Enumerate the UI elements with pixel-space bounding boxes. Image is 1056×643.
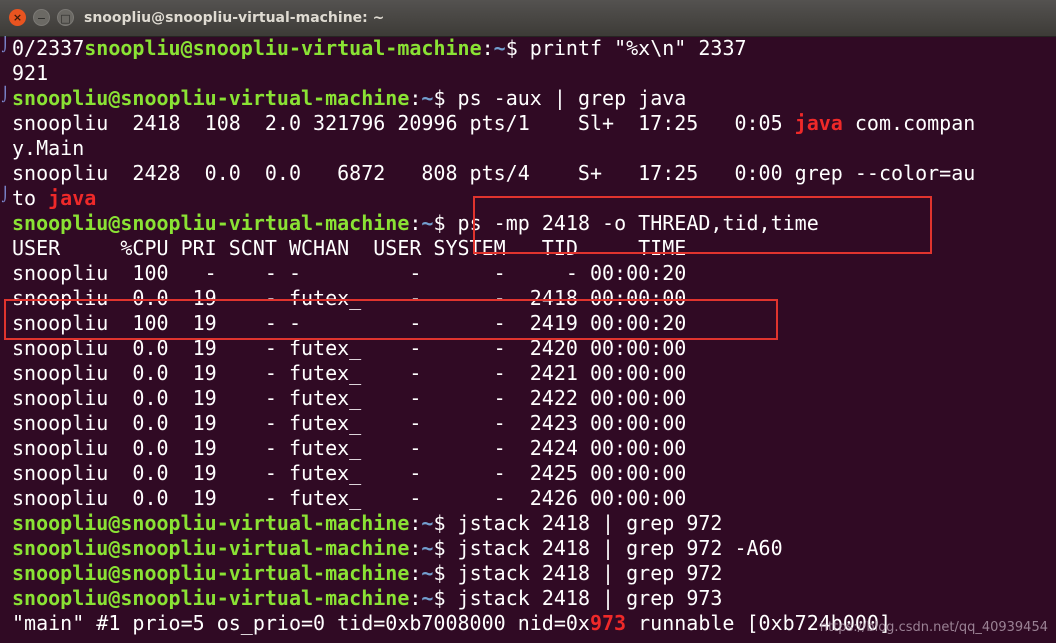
terminal-line: y.Main — [12, 136, 975, 161]
terminal-line: snoopliu 2418 108 2.0 321796 20996 pts/1… — [12, 111, 975, 136]
annotation-box-thread-row — [4, 299, 778, 340]
terminal-text: $ printf "%x\n" 2337 — [505, 36, 747, 60]
prompt-path: ~ — [493, 36, 506, 60]
maximize-window-button[interactable]: □ — [57, 9, 74, 26]
terminal-text: : — [481, 36, 494, 60]
close-window-button[interactable]: × — [9, 9, 26, 26]
terminal-text: y.Main — [12, 136, 85, 160]
terminal-line: snoopliu 100 - - - - - - 00:00:20 — [12, 261, 975, 286]
window-title: snoopliu@snoopliu-virtual-machine: ~ — [84, 10, 385, 26]
terminal-text: com.compan — [842, 111, 976, 135]
terminal-line: snoopliu@snoopliu-virtual-machine:~$ jst… — [12, 561, 975, 586]
terminal-text: : — [409, 211, 422, 235]
terminal-text: $ jstack 2418 | grep 972 — [433, 561, 723, 585]
terminal-text: $ ps -aux | grep java — [433, 86, 687, 110]
terminal-text: : — [409, 561, 422, 585]
terminal-text: snoopliu 0.0 19 - futex_ - - 2422 00:00:… — [12, 386, 687, 410]
terminal-line: snoopliu@snoopliu-virtual-machine:~$ jst… — [12, 536, 975, 561]
terminal-line: 921 — [12, 61, 975, 86]
terminal-text: : — [409, 586, 422, 610]
prompt-path: ~ — [421, 86, 434, 110]
terminal-text: 921 — [12, 61, 49, 85]
prompt-user-host: snoopliu@snoopliu-virtual-machine — [84, 36, 482, 60]
prompt-user-host: snoopliu@snoopliu-virtual-machine — [12, 536, 410, 560]
terminal-text: snoopliu 0.0 19 - futex_ - - 2424 00:00:… — [12, 436, 687, 460]
prompt-path: ~ — [421, 561, 434, 585]
terminal-text: snoopliu 0.0 19 - futex_ - - 2421 00:00:… — [12, 361, 687, 385]
terminal-text: snoopliu 100 - - - - - - 00:00:20 — [12, 261, 687, 285]
prompt-user-host: snoopliu@snoopliu-virtual-machine — [12, 511, 410, 535]
watermark: https://blog.csdn.net/qq_40939454 — [819, 620, 1048, 635]
terminal-text: $ jstack 2418 | grep 973 — [433, 586, 723, 610]
prompt-user-host: snoopliu@snoopliu-virtual-machine — [12, 211, 410, 235]
terminal-text: : — [409, 511, 422, 535]
prompt-path: ~ — [421, 536, 434, 560]
terminal-line: snoopliu 0.0 19 - futex_ - - 2425 00:00:… — [12, 461, 975, 486]
terminal-text: snoopliu 2418 108 2.0 321796 20996 pts/1… — [12, 111, 795, 135]
terminal-text: $ jstack 2418 | grep 972 -A60 — [433, 536, 783, 560]
terminal-line: snoopliu 0.0 19 - futex_ - - 2423 00:00:… — [12, 411, 975, 436]
terminal-text: "main" #1 prio=5 os_prio=0 tid=0xb700800… — [12, 611, 590, 635]
terminal-line: snoopliu 0.0 19 - futex_ - - 2421 00:00:… — [12, 361, 975, 386]
terminal-line: snoopliu@snoopliu-virtual-machine:~$ ps … — [12, 86, 975, 111]
terminal-text: snoopliu 0.0 19 - futex_ - - 2425 00:00:… — [12, 461, 687, 485]
terminal-text: : — [409, 536, 422, 560]
terminal-text: to — [12, 186, 49, 210]
highlighted-match: java — [48, 186, 97, 210]
prompt-path: ~ — [421, 211, 434, 235]
highlighted-match: 973 — [589, 611, 627, 635]
highlighted-match: java — [794, 111, 843, 135]
minimize-window-button[interactable]: − — [33, 9, 50, 26]
line-marker-icon: ⌡ — [1, 187, 10, 203]
terminal-line: snoopliu 0.0 19 - futex_ - - 2422 00:00:… — [12, 386, 975, 411]
line-marker-icon: ⌡ — [1, 37, 10, 53]
window-titlebar: × − □ snoopliu@snoopliu-virtual-machine:… — [0, 0, 1056, 37]
terminal-area[interactable]: ⌡ ⌡ ⌡ 0/2337snoopliu@snoopliu-virtual-ma… — [0, 36, 1056, 643]
terminal-line: snoopliu 0.0 19 - futex_ - - 2424 00:00:… — [12, 436, 975, 461]
terminal-line: snoopliu 0.0 19 - futex_ - - 2426 00:00:… — [12, 486, 975, 511]
prompt-path: ~ — [421, 511, 434, 535]
prompt-user-host: snoopliu@snoopliu-virtual-machine — [12, 586, 410, 610]
terminal-text: snoopliu 2428 0.0 0.0 6872 808 pts/4 S+ … — [12, 161, 976, 185]
terminal-text: snoopliu 0.0 19 - futex_ - - 2426 00:00:… — [12, 486, 687, 510]
terminal-text: : — [409, 86, 422, 110]
prompt-user-host: snoopliu@snoopliu-virtual-machine — [12, 86, 410, 110]
terminal-line: snoopliu@snoopliu-virtual-machine:~$ jst… — [12, 586, 975, 611]
prompt-path: ~ — [421, 586, 434, 610]
prompt-user-host: snoopliu@snoopliu-virtual-machine — [12, 561, 410, 585]
line-marker-icon: ⌡ — [1, 87, 10, 103]
terminal-line: 0/2337snoopliu@snoopliu-virtual-machine:… — [12, 36, 975, 61]
terminal-line: snoopliu 2428 0.0 0.0 6872 808 pts/4 S+ … — [12, 161, 975, 186]
terminal-text: 0/2337 — [12, 36, 85, 60]
terminal-text: $ jstack 2418 | grep 972 — [433, 511, 723, 535]
terminal-line: snoopliu@snoopliu-virtual-machine:~$ jst… — [12, 511, 975, 536]
terminal-text: snoopliu 0.0 19 - futex_ - - 2423 00:00:… — [12, 411, 687, 435]
annotation-box-command — [473, 196, 932, 254]
